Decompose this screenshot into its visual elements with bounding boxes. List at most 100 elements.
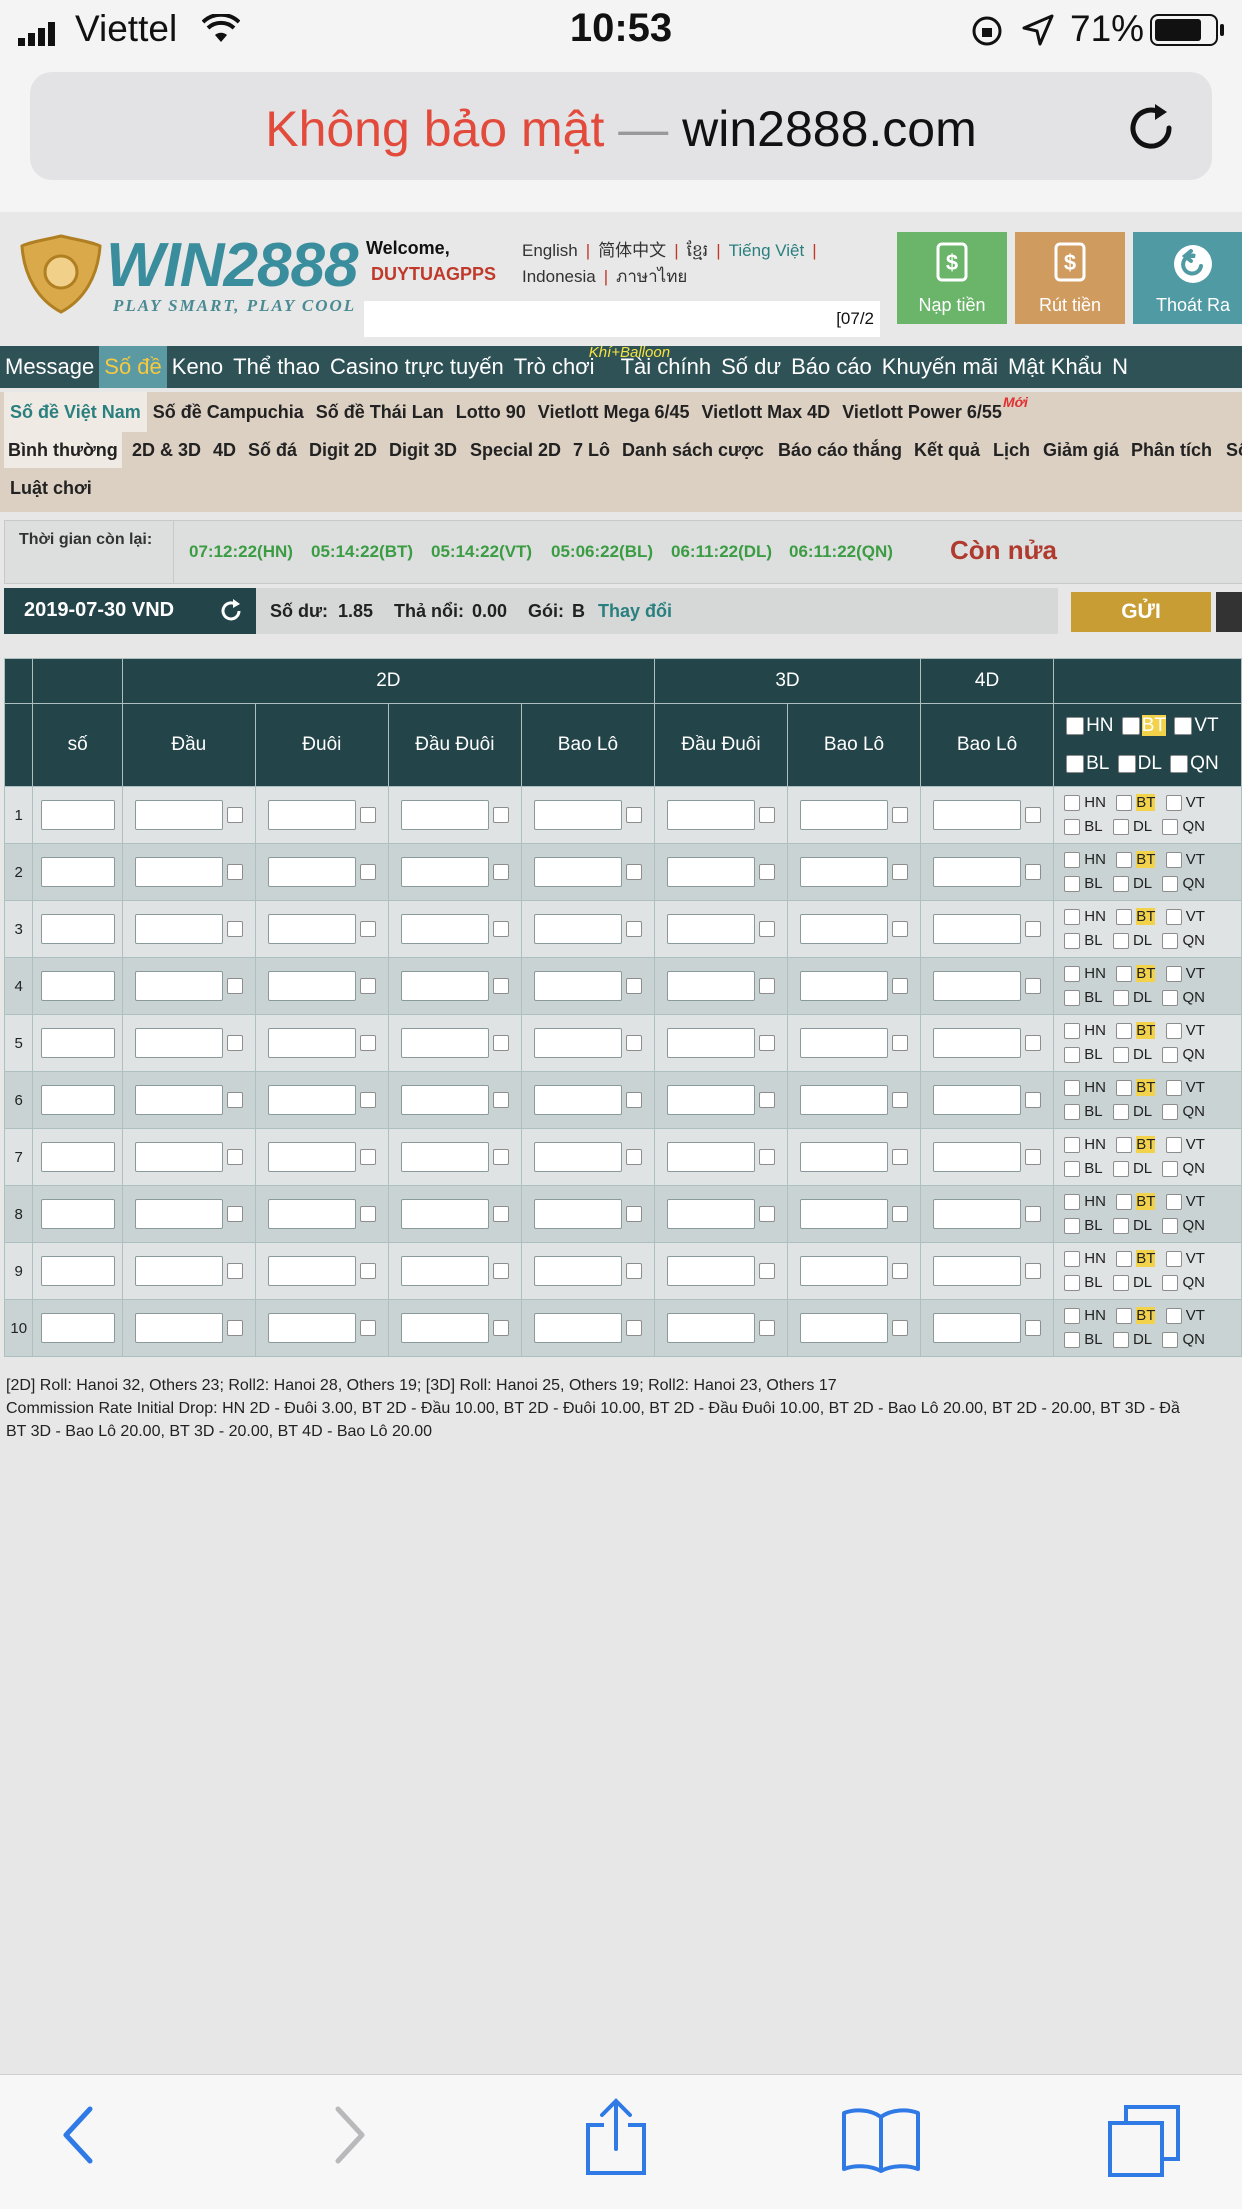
province-qn-checkbox[interactable] xyxy=(1162,1218,1179,1235)
nav-the-thao[interactable]: Thể thao xyxy=(228,346,325,388)
3d-bao-lo-checkbox[interactable] xyxy=(892,864,908,880)
4d-bao-lo-amount-input[interactable] xyxy=(933,1313,1022,1343)
3d-bao-lo-checkbox[interactable] xyxy=(892,1149,908,1165)
province-hn-checkbox[interactable] xyxy=(1064,1080,1081,1097)
3d-dau-duoi-amount-input[interactable] xyxy=(666,1256,755,1286)
4d-bao-lo-checkbox[interactable] xyxy=(1025,1035,1042,1051)
tab-2d-3d[interactable]: 2D & 3D xyxy=(132,432,201,468)
2d-duoi-amount-input[interactable] xyxy=(267,800,356,830)
province-hn-checkbox[interactable] xyxy=(1064,966,1081,983)
4d-bao-lo-checkbox[interactable] xyxy=(1025,1149,1042,1165)
2d-dau-duoi-checkbox[interactable] xyxy=(492,1263,509,1279)
2d-dau-duoi-amount-input[interactable] xyxy=(400,857,489,887)
tab-luat-choi[interactable]: Luật chơi xyxy=(10,470,92,506)
4d-bao-lo-amount-input[interactable] xyxy=(933,857,1022,887)
2d-duoi-checkbox[interactable] xyxy=(359,1035,376,1051)
province-bt-checkbox[interactable] xyxy=(1116,909,1133,926)
select-all-dl-checkbox[interactable] xyxy=(1117,754,1136,773)
province-bt-checkbox[interactable] xyxy=(1116,1137,1133,1154)
3d-dau-duoi-amount-input[interactable] xyxy=(666,857,755,887)
tab-phan-tich[interactable]: Phân tích xyxy=(1131,432,1212,468)
4d-bao-lo-amount-input[interactable] xyxy=(933,1028,1022,1058)
province-hn-checkbox[interactable] xyxy=(1064,1251,1081,1268)
province-bl-checkbox[interactable] xyxy=(1064,1332,1081,1349)
bookmarks-icon[interactable] xyxy=(840,2105,922,2175)
2d-duoi-amount-input[interactable] xyxy=(267,971,356,1001)
province-qn-checkbox[interactable] xyxy=(1162,990,1179,1007)
province-vt-checkbox[interactable] xyxy=(1165,795,1182,812)
tab-special-2d[interactable]: Special 2D xyxy=(470,432,561,468)
number-input[interactable] xyxy=(40,800,115,830)
lang-vietnamese[interactable]: Tiếng Việt xyxy=(729,241,805,260)
select-all-qn-checkbox[interactable] xyxy=(1170,754,1189,773)
subnav-power[interactable]: Vietlott Power 6/55 Mới xyxy=(836,392,1028,432)
nav-so-du[interactable]: Số dư xyxy=(716,346,786,388)
2d-bao-lo-checkbox[interactable] xyxy=(625,978,642,994)
province-qn-checkbox[interactable] xyxy=(1162,1047,1179,1064)
select-all-bt-checkbox[interactable] xyxy=(1121,716,1140,735)
4d-bao-lo-amount-input[interactable] xyxy=(933,1256,1022,1286)
4d-bao-lo-amount-input[interactable] xyxy=(933,1085,1022,1115)
3d-dau-duoi-amount-input[interactable] xyxy=(666,1142,755,1172)
2d-duoi-amount-input[interactable] xyxy=(267,1085,356,1115)
province-dl-checkbox[interactable] xyxy=(1112,1218,1129,1235)
3d-dau-duoi-amount-input[interactable] xyxy=(666,914,755,944)
logout-button[interactable]: Thoát Ra xyxy=(1133,232,1242,324)
2d-dau-checkbox[interactable] xyxy=(226,1206,243,1222)
2d-dau-duoi-checkbox[interactable] xyxy=(492,1092,509,1108)
province-bt-checkbox[interactable] xyxy=(1116,852,1133,869)
province-hn-checkbox[interactable] xyxy=(1064,852,1081,869)
number-input[interactable] xyxy=(40,1199,115,1229)
address-bar[interactable]: Không bảo mật — win2888.com xyxy=(30,72,1212,180)
2d-dau-duoi-checkbox[interactable] xyxy=(492,1320,509,1336)
province-bl-checkbox[interactable] xyxy=(1064,1047,1081,1064)
province-vt-checkbox[interactable] xyxy=(1165,852,1182,869)
3d-dau-duoi-checkbox[interactable] xyxy=(758,1263,775,1279)
province-vt-checkbox[interactable] xyxy=(1165,1308,1182,1325)
subnav-mega[interactable]: Vietlott Mega 6/45 xyxy=(532,392,696,432)
3d-dau-duoi-checkbox[interactable] xyxy=(758,1206,775,1222)
3d-bao-lo-checkbox[interactable] xyxy=(892,807,908,823)
number-input[interactable] xyxy=(40,1256,115,1286)
2d-bao-lo-amount-input[interactable] xyxy=(533,1028,622,1058)
send-button[interactable]: GỬI xyxy=(1071,592,1211,632)
select-all-vt-checkbox[interactable] xyxy=(1174,716,1193,735)
province-hn-checkbox[interactable] xyxy=(1064,1023,1081,1040)
province-bt-checkbox[interactable] xyxy=(1116,1023,1133,1040)
2d-dau-duoi-checkbox[interactable] xyxy=(492,1149,509,1165)
province-qn-checkbox[interactable] xyxy=(1162,1275,1179,1292)
3d-bao-lo-checkbox[interactable] xyxy=(892,1320,908,1336)
2d-bao-lo-amount-input[interactable] xyxy=(533,1085,622,1115)
province-vt-checkbox[interactable] xyxy=(1165,1194,1182,1211)
3d-bao-lo-amount-input[interactable] xyxy=(800,971,888,1001)
3d-bao-lo-checkbox[interactable] xyxy=(892,978,908,994)
province-hn-checkbox[interactable] xyxy=(1064,1194,1081,1211)
3d-dau-duoi-amount-input[interactable] xyxy=(666,800,755,830)
province-dl-checkbox[interactable] xyxy=(1112,876,1129,893)
2d-dau-checkbox[interactable] xyxy=(226,1263,243,1279)
2d-dau-checkbox[interactable] xyxy=(226,807,243,823)
2d-dau-amount-input[interactable] xyxy=(134,1256,223,1286)
3d-dau-duoi-checkbox[interactable] xyxy=(758,1092,775,1108)
2d-dau-amount-input[interactable] xyxy=(134,914,223,944)
2d-bao-lo-checkbox[interactable] xyxy=(625,807,642,823)
2d-bao-lo-amount-input[interactable] xyxy=(533,800,622,830)
select-all-hn-checkbox[interactable] xyxy=(1066,716,1085,735)
withdraw-button[interactable]: $ Rút tiền xyxy=(1015,232,1125,324)
4d-bao-lo-checkbox[interactable] xyxy=(1025,978,1042,994)
lang-english[interactable]: English xyxy=(522,241,578,260)
tab-binh-thuong[interactable]: Bình thường xyxy=(4,432,122,468)
2d-dau-duoi-amount-input[interactable] xyxy=(400,1142,489,1172)
province-bt-checkbox[interactable] xyxy=(1116,966,1133,983)
2d-duoi-checkbox[interactable] xyxy=(359,921,376,937)
2d-bao-lo-amount-input[interactable] xyxy=(533,914,622,944)
4d-bao-lo-amount-input[interactable] xyxy=(933,1199,1022,1229)
nav-khuyen-mai[interactable]: Khuyến mãi xyxy=(877,346,1003,388)
3d-bao-lo-checkbox[interactable] xyxy=(892,1206,908,1222)
2d-dau-amount-input[interactable] xyxy=(134,1028,223,1058)
2d-dau-duoi-checkbox[interactable] xyxy=(492,864,509,880)
2d-bao-lo-amount-input[interactable] xyxy=(533,1142,622,1172)
province-dl-checkbox[interactable] xyxy=(1112,1104,1129,1121)
2d-dau-amount-input[interactable] xyxy=(134,1313,223,1343)
province-vt-checkbox[interactable] xyxy=(1165,1023,1182,1040)
